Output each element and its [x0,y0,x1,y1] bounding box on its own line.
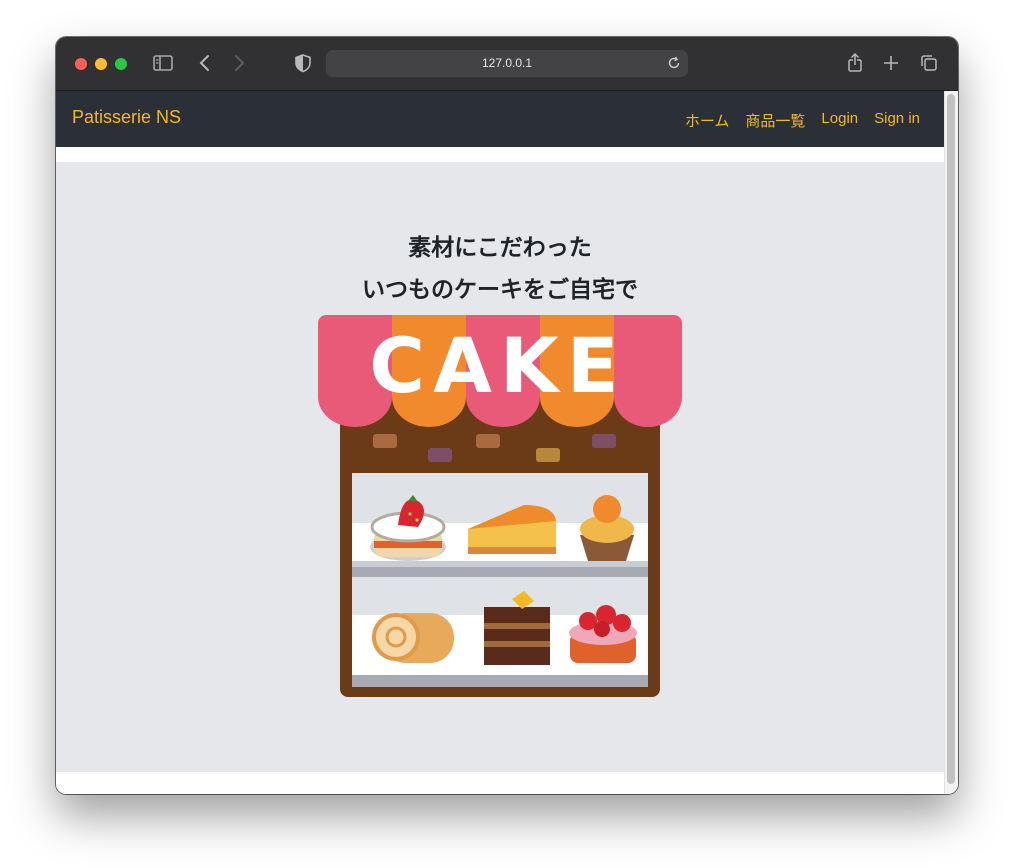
nav-link-login[interactable]: Login [821,110,858,131]
back-arrow-icon[interactable] [194,52,216,74]
nav-links: ホーム 商品一覧 Login Sign in [685,110,920,131]
sidebar-toggle-icon[interactable] [152,52,174,74]
cake-sign-text: CAKE [369,321,626,410]
browser-titlebar: 127.0.0.1 [56,37,958,91]
tagline-line-2: いつものケーキをご自宅で [362,277,638,303]
roll-cake [372,613,454,663]
new-tab-icon[interactable] [880,52,902,74]
address-url: 127.0.0.1 [481,56,533,70]
share-icon[interactable] [844,52,866,74]
close-window-button[interactable] [75,58,87,70]
hero-tagline: 素材にこだわった いつものケーキをご自宅で [56,227,944,311]
scrollbar-thumb[interactable] [947,94,955,784]
cake-shop-illustration: CAKE [318,315,682,697]
reload-icon[interactable] [667,56,681,70]
nav-link-home[interactable]: ホーム [685,110,730,131]
nav-link-products[interactable]: 商品一覧 [745,110,805,131]
address-bar[interactable]: 127.0.0.1 [326,50,688,77]
browser-window: 127.0.0.1 Patisserie NS ホーム 商品一覧 Login S… [56,37,958,794]
nav-link-signin[interactable]: Sign in [874,110,920,131]
site-navbar: Patisserie NS ホーム 商品一覧 Login Sign in [56,91,944,147]
privacy-shield-icon[interactable] [292,52,314,74]
minimize-window-button[interactable] [95,58,107,70]
zoom-window-button[interactable] [115,58,127,70]
forward-arrow-icon[interactable] [228,52,250,74]
site-brand[interactable]: Patisserie NS [72,107,181,128]
tagline-line-1: 素材にこだわった [408,235,592,261]
tab-overview-icon[interactable] [918,52,940,74]
